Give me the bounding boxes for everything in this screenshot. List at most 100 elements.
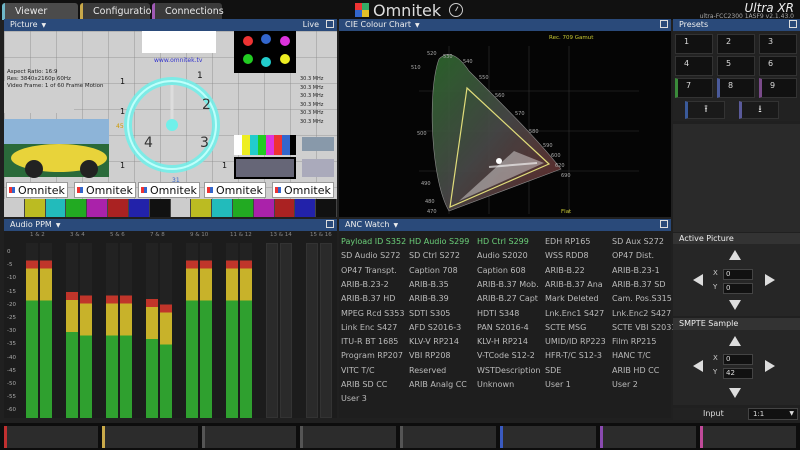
anc-watch-title: ANC Watch	[345, 220, 390, 229]
chevron-down-icon[interactable]: ▼	[394, 222, 399, 229]
preset-button-7[interactable]: 7	[675, 78, 713, 98]
wavelength-label: 520	[427, 51, 437, 57]
ppm-scale-label: -10	[7, 275, 16, 282]
clock-icon	[449, 3, 464, 17]
freq-label: 30.3 MHz	[300, 101, 324, 108]
side-number: 1	[120, 161, 126, 170]
ppm-scale-label: -60	[7, 407, 16, 414]
wavelength-label: 570	[515, 111, 525, 117]
up-arrow-icon[interactable]	[729, 250, 741, 260]
chevron-down-icon[interactable]: ▼	[56, 222, 61, 229]
ppm-meter-bar	[266, 243, 278, 418]
y-label: Y	[713, 283, 718, 291]
anc-item: User 1	[545, 380, 571, 389]
channel-pair-label: 5 & 6	[110, 232, 125, 238]
bottom-bar	[0, 423, 800, 450]
preset-button-5[interactable]: 5	[717, 56, 755, 76]
bottom-slot[interactable]	[700, 426, 796, 448]
up-arrow-icon[interactable]	[729, 336, 741, 346]
presets-title: Presets	[679, 20, 709, 29]
maximize-icon[interactable]	[660, 20, 668, 28]
ppm-scale-label: -20	[7, 301, 16, 308]
left-arrow-icon[interactable]	[693, 360, 703, 372]
info-line: Res: 3840x2160p 60Hz	[7, 76, 71, 82]
cie-header[interactable]: CIE Colour Chart ▼	[339, 19, 671, 31]
wavelength-label: 500	[417, 131, 427, 137]
tab-configuration[interactable]: Configuration	[80, 3, 157, 20]
maximize-icon[interactable]	[326, 220, 334, 228]
ppm-meter-bar	[80, 243, 92, 418]
ppm-meter-bar	[186, 243, 198, 418]
ppm-scale-label: -50	[7, 381, 16, 387]
maximize-icon[interactable]	[326, 20, 334, 28]
anc-item: V-TCode S12-2	[477, 351, 535, 361]
ppm-meter-bar	[40, 243, 52, 418]
ppm-scale-label: -55	[7, 394, 16, 401]
presets-header: Presets	[673, 19, 800, 31]
preset-button-1[interactable]: 1	[675, 34, 713, 54]
channel-pair-label: 9 & 10	[190, 232, 209, 238]
download-button[interactable]: ⭳	[739, 101, 779, 119]
anc-item: KLV-H RP214	[477, 337, 528, 347]
channel-pair-label: 13 & 14	[270, 232, 292, 238]
anc-item: ARIB-B.22	[545, 265, 585, 275]
active-picture-panel: X 0 Y 0	[673, 244, 800, 316]
tab-connections[interactable]: Connections	[152, 3, 224, 20]
cie-chart[interactable]: Rec. 709 Gamut Flat 520 530 540 510 550 …	[339, 31, 671, 217]
input-row: Input 1:1 ▼	[673, 408, 800, 420]
freq-label: 30.3 MHz	[300, 118, 324, 125]
ppm-meter-bar	[306, 243, 318, 418]
anc-item: ITU-R BT 1685	[341, 337, 399, 347]
y-label: Y	[713, 368, 718, 376]
down-arrow-icon[interactable]	[729, 388, 741, 398]
anc-item: HD Audio S299	[409, 237, 470, 246]
down-arrow-icon[interactable]	[729, 300, 741, 310]
smpte-x-field[interactable]: 0	[723, 354, 753, 365]
anc-item: SCTE MSG	[545, 322, 587, 332]
bottom-slot[interactable]	[400, 426, 496, 448]
preset-button-8[interactable]: 8	[717, 78, 755, 98]
anc-item: ARIB-B.35	[409, 279, 449, 289]
left-arrow-icon[interactable]	[693, 274, 703, 286]
picture-header[interactable]: Picture ▼ Live	[4, 19, 337, 31]
right-arrow-icon[interactable]	[765, 360, 775, 372]
active-picture-x-field[interactable]: 0	[723, 269, 753, 280]
wavelength-label: 580	[529, 129, 539, 135]
bottom-slot[interactable]	[102, 426, 198, 448]
audio-ppm-header[interactable]: Audio PPM ▼	[4, 219, 337, 231]
preset-button-9[interactable]: 9	[759, 78, 797, 98]
active-picture-y-field[interactable]: 0	[723, 283, 753, 294]
picture-view[interactable]: www.omnitek.tv Aspect Ratio: 16:9 Res: 3…	[4, 31, 337, 217]
bottom-slot[interactable]	[202, 426, 296, 448]
freq-label: 30.3 MHz	[300, 76, 324, 82]
ppm-meter-bar	[120, 243, 132, 418]
maximize-icon[interactable]	[660, 220, 668, 228]
preset-button-3[interactable]: 3	[759, 34, 797, 54]
anc-item: UMID/ID RP223	[545, 337, 606, 347]
bottom-slot[interactable]	[500, 426, 596, 448]
channel-pair-label: 7 & 8	[150, 232, 165, 238]
wavelength-label: 600	[551, 153, 561, 159]
upload-button[interactable]: ⭱	[685, 101, 725, 119]
live-label: Live	[302, 20, 319, 29]
anc-item: HDTI S348	[477, 308, 520, 318]
bottom-slot[interactable]	[300, 426, 396, 448]
ppm-meter-bar	[320, 243, 332, 418]
preset-button-6[interactable]: 6	[759, 56, 797, 76]
audio-ppm-meters: 0 -5 -10 -15 -20 -25 -30 -35 -40 -45 -50 -55 -60 1 & …	[4, 231, 337, 418]
x-label: X	[713, 269, 718, 277]
right-arrow-icon[interactable]	[765, 274, 775, 286]
anc-watch-header[interactable]: ANC Watch ▼	[339, 219, 671, 231]
chevron-down-icon[interactable]: ▼	[42, 22, 47, 29]
preset-button-4[interactable]: 4	[675, 56, 713, 76]
maximize-icon[interactable]	[789, 20, 797, 28]
channel-pair-label: 3 & 4	[70, 232, 85, 238]
preset-button-2[interactable]: 2	[717, 34, 755, 54]
tab-viewer[interactable]: Viewer	[2, 3, 78, 20]
bottom-slot[interactable]	[4, 426, 98, 448]
smpte-y-field[interactable]: 42	[723, 368, 753, 379]
bottom-slot[interactable]	[600, 426, 696, 448]
clock-number: 4	[144, 135, 153, 151]
chevron-down-icon[interactable]: ▼	[415, 22, 420, 29]
input-select[interactable]: 1:1 ▼	[748, 408, 798, 420]
